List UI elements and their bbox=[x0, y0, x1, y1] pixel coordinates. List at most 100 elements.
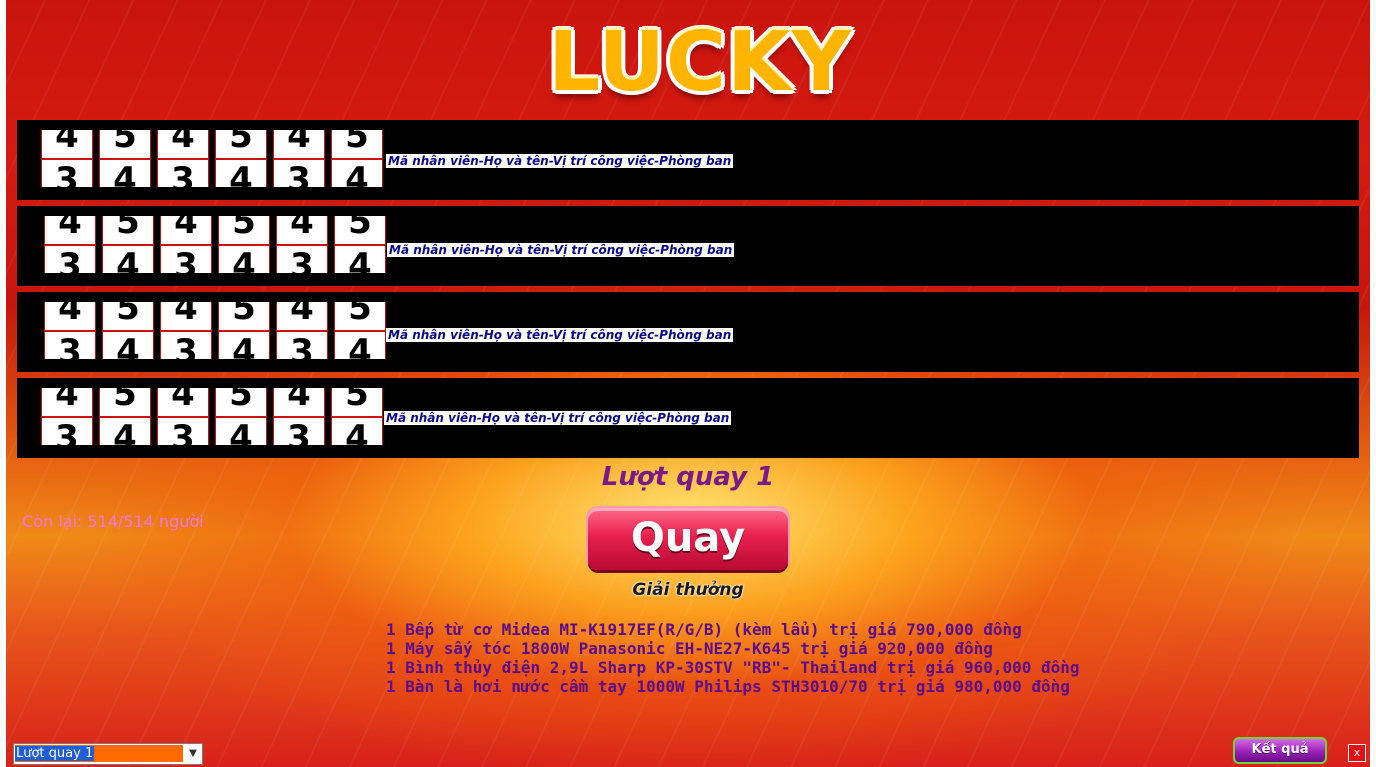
digit-reel: 54 bbox=[334, 216, 386, 273]
digit-bottom: 3 bbox=[287, 418, 311, 445]
digit-bottom: 3 bbox=[58, 246, 82, 273]
digit-reel: 43 bbox=[44, 216, 96, 273]
digit-reel: 43 bbox=[276, 216, 328, 273]
slot-row-1: 43 54 43 54 43 54 Mã nhân viên-Họ và tên… bbox=[17, 120, 1359, 200]
digit-reel: 54 bbox=[331, 388, 383, 445]
digit-top: 4 bbox=[287, 388, 311, 414]
digit-bottom: 4 bbox=[345, 160, 369, 187]
slot-row-4: 43 54 43 54 43 54 Mã nhân viên-Họ và tên… bbox=[17, 378, 1359, 458]
digit-top: 5 bbox=[348, 216, 372, 242]
digit-reel: 43 bbox=[41, 388, 93, 445]
chevron-down-icon[interactable]: ▼ bbox=[185, 745, 201, 762]
slot-row-2: 43 54 43 54 43 54 Mã nhân viên-Họ và tên… bbox=[17, 206, 1359, 286]
digit-reel: 54 bbox=[334, 302, 386, 359]
digit-bottom: 3 bbox=[290, 332, 314, 359]
digit-top: 5 bbox=[345, 130, 369, 156]
digit-bottom: 3 bbox=[287, 160, 311, 187]
round-select[interactable]: Lượt quay 1 ▼ bbox=[13, 743, 203, 765]
digit-top: 4 bbox=[174, 302, 198, 328]
prize-item: 1 Bếp từ cơ Midea MI-K1917EF(R/G/B) (kèm… bbox=[386, 620, 1022, 639]
winner-info-label: Mã nhân viên-Họ và tên-Vị trí công việc-… bbox=[386, 154, 734, 168]
spin-button[interactable]: Quay bbox=[588, 508, 788, 570]
digit-reel: 54 bbox=[215, 130, 267, 187]
digit-bottom: 4 bbox=[116, 246, 140, 273]
digit-bottom: 4 bbox=[229, 418, 253, 445]
winner-info-label: Mã nhân viên-Họ và tên-Vị trí công việc-… bbox=[384, 411, 732, 425]
digit-reel: 43 bbox=[276, 302, 328, 359]
prize-item: 1 Bàn là hơi nước cầm tay 1000W Philips … bbox=[386, 677, 1070, 696]
digit-reel: 43 bbox=[157, 388, 209, 445]
window-edge-right bbox=[1370, 0, 1376, 767]
digit-bottom: 4 bbox=[113, 160, 137, 187]
digit-top: 5 bbox=[229, 130, 253, 156]
digit-bottom: 4 bbox=[348, 246, 372, 273]
slot-row-3: 43 54 43 54 43 54 Mã nhân viên-Họ và tên… bbox=[17, 292, 1359, 372]
digit-bottom: 3 bbox=[174, 246, 198, 273]
digit-reel: 54 bbox=[331, 130, 383, 187]
digit-bottom: 3 bbox=[58, 332, 82, 359]
digit-top: 4 bbox=[171, 130, 195, 156]
digit-top: 5 bbox=[116, 302, 140, 328]
digit-reel: 43 bbox=[273, 388, 325, 445]
digit-reels: 43 54 43 54 43 54 bbox=[44, 216, 386, 273]
prize-heading: Giải thưởng bbox=[632, 580, 744, 600]
digit-top: 4 bbox=[290, 302, 314, 328]
winner-info-label: Mã nhân viên-Họ và tên-Vị trí công việc-… bbox=[387, 243, 735, 257]
digit-bottom: 4 bbox=[229, 160, 253, 187]
digit-top: 4 bbox=[55, 388, 79, 414]
round-select-value: Lượt quay 1 bbox=[15, 746, 95, 761]
digit-bottom: 4 bbox=[348, 332, 372, 359]
digit-bottom: 4 bbox=[113, 418, 137, 445]
digit-reel: 54 bbox=[99, 130, 151, 187]
digit-bottom: 4 bbox=[232, 332, 256, 359]
digit-top: 5 bbox=[348, 302, 372, 328]
digit-reel: 54 bbox=[218, 216, 270, 273]
digit-top: 5 bbox=[232, 216, 256, 242]
digit-top: 4 bbox=[58, 216, 82, 242]
digit-bottom: 4 bbox=[345, 418, 369, 445]
digit-top: 5 bbox=[345, 388, 369, 414]
digit-bottom: 4 bbox=[116, 332, 140, 359]
prize-item: 1 Máy sấy tóc 1800W Panasonic EH-NE27-K6… bbox=[386, 639, 993, 658]
remaining-count: Còn lại: 514/514 người bbox=[22, 512, 204, 531]
digit-top: 5 bbox=[116, 216, 140, 242]
digit-top: 4 bbox=[55, 130, 79, 156]
digit-top: 4 bbox=[171, 388, 195, 414]
prize-item: 1 Bình thủy điện 2,9L Sharp KP-30STV "RB… bbox=[386, 658, 1080, 677]
digit-top: 5 bbox=[113, 388, 137, 414]
digit-top: 4 bbox=[290, 216, 314, 242]
lucky-draw-title: LUCKY DRAW bbox=[547, 15, 852, 208]
digit-bottom: 3 bbox=[290, 246, 314, 273]
digit-top: 4 bbox=[58, 302, 82, 328]
digit-reels: 43 54 43 54 43 54 bbox=[41, 130, 383, 187]
digit-bottom: 3 bbox=[55, 418, 79, 445]
digit-bottom: 3 bbox=[174, 332, 198, 359]
round-select-value-box: Lượt quay 1 bbox=[15, 745, 183, 762]
digit-reel: 54 bbox=[99, 388, 151, 445]
digit-reel: 43 bbox=[41, 130, 93, 187]
digit-top: 4 bbox=[174, 216, 198, 242]
window-edge-left bbox=[0, 0, 6, 767]
result-button[interactable]: Kết quả bbox=[1233, 737, 1327, 764]
digit-bottom: 3 bbox=[55, 160, 79, 187]
close-button[interactable]: x bbox=[1348, 744, 1366, 762]
winner-info-label: Mã nhân viên-Họ và tên-Vị trí công việc-… bbox=[386, 328, 734, 342]
digit-reel: 54 bbox=[102, 302, 154, 359]
digit-top: 5 bbox=[232, 302, 256, 328]
digit-top: 4 bbox=[287, 130, 311, 156]
digit-reels: 43 54 43 54 43 54 bbox=[41, 388, 383, 445]
digit-top: 5 bbox=[113, 130, 137, 156]
digit-reel: 43 bbox=[160, 302, 212, 359]
digit-bottom: 3 bbox=[171, 160, 195, 187]
digit-reel: 54 bbox=[102, 216, 154, 273]
digit-bottom: 4 bbox=[232, 246, 256, 273]
digit-top: 5 bbox=[229, 388, 253, 414]
round-title: Lượt quay 1 bbox=[601, 462, 775, 492]
digit-reel: 54 bbox=[215, 388, 267, 445]
prize-list: 1 Bếp từ cơ Midea MI-K1917EF(R/G/B) (kèm… bbox=[386, 620, 1080, 696]
digit-reel: 43 bbox=[157, 130, 209, 187]
digit-reel: 43 bbox=[273, 130, 325, 187]
digit-reel: 54 bbox=[218, 302, 270, 359]
digit-bottom: 3 bbox=[171, 418, 195, 445]
digit-reel: 43 bbox=[160, 216, 212, 273]
